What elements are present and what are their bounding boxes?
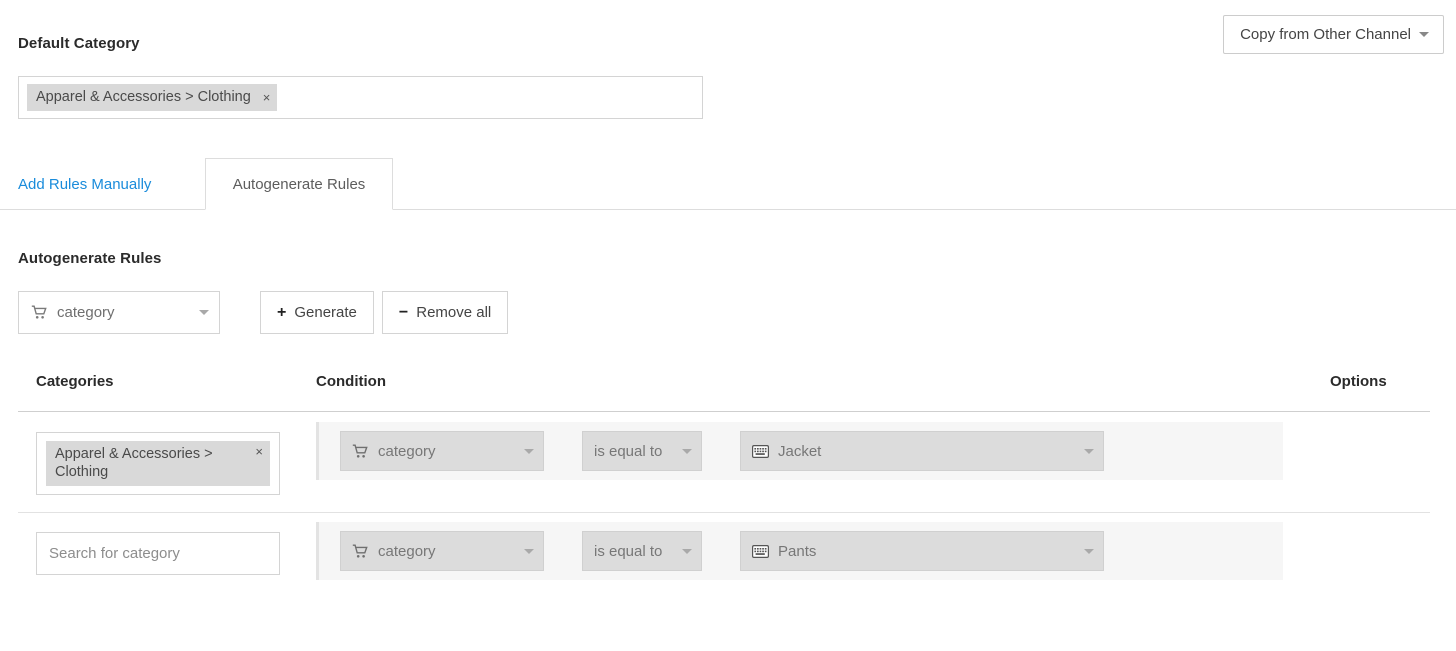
- condition-field-value: category: [378, 542, 436, 560]
- chevron-down-icon: [524, 448, 534, 454]
- condition-value-select[interactable]: Pants: [740, 531, 1104, 571]
- condition-field-value: category: [378, 442, 436, 460]
- category-token-label: Apparel & Accessories > Clothing: [55, 446, 213, 481]
- copy-from-other-channel-button[interactable]: Copy from Other Channel: [1223, 15, 1444, 54]
- chevron-down-icon: [682, 448, 692, 454]
- table-header: Categories Condition Options: [0, 367, 1456, 412]
- condition-value-select[interactable]: Jacket: [740, 431, 1104, 471]
- row-categories-cell: [36, 532, 280, 575]
- rules-tabs: Add Rules Manually Autogenerate Rules: [0, 158, 1456, 210]
- remove-token-icon[interactable]: ×: [255, 445, 263, 458]
- generate-button[interactable]: + Generate: [260, 291, 374, 334]
- cart-icon: [31, 305, 48, 320]
- remove-all-button[interactable]: − Remove all: [381, 291, 509, 334]
- condition-value-text: Pants: [778, 542, 817, 560]
- row-condition-cell: category is equal to: [316, 422, 1283, 480]
- autogenerate-rules-page: Default Category Copy from Other Channel…: [0, 0, 1456, 651]
- generate-button-label: Generate: [294, 304, 357, 321]
- tab-autogenerate-rules-label: Autogenerate Rules: [232, 175, 366, 193]
- category-token: Apparel & Accessories > Clothing ×: [46, 441, 270, 487]
- cart-icon: [352, 544, 369, 559]
- autogenerate-toolbar: category + Generate − Remove all: [18, 291, 509, 334]
- row-divider: [18, 512, 1430, 513]
- cart-icon: [352, 444, 369, 459]
- chevron-down-icon: [199, 310, 209, 315]
- remove-token-icon[interactable]: ×: [263, 91, 271, 104]
- category-token-label: Apparel & Accessories > Clothing: [36, 89, 251, 105]
- category-token: Apparel & Accessories > Clothing ×: [27, 84, 278, 112]
- autogenerate-attribute-select[interactable]: category: [18, 291, 220, 334]
- autogenerate-attribute-value: category: [57, 304, 115, 321]
- row-condition-cell: category is equal to: [316, 522, 1283, 580]
- condition-field-select[interactable]: category: [340, 431, 544, 471]
- condition-operator-select[interactable]: is equal to: [582, 531, 702, 571]
- default-category-field[interactable]: Apparel & Accessories > Clothing ×: [18, 76, 703, 119]
- row-categories-cell: Apparel & Accessories > Clothing ×: [36, 432, 280, 496]
- keyboard-icon: [752, 544, 769, 558]
- autogenerate-rules-heading: Autogenerate Rules: [18, 250, 162, 267]
- column-header-categories: Categories: [36, 373, 114, 390]
- chevron-down-icon: [1419, 32, 1429, 37]
- chevron-down-icon: [1084, 448, 1094, 454]
- default-category-title: Default Category: [18, 35, 140, 52]
- copy-from-other-channel-label: Copy from Other Channel: [1240, 26, 1411, 43]
- condition-operator-value: is equal to: [594, 442, 663, 460]
- chevron-down-icon: [524, 548, 534, 554]
- condition-operator-select[interactable]: is equal to: [582, 431, 702, 471]
- condition-operator-value: is equal to: [594, 542, 663, 560]
- rules-table: Categories Condition Options Apparel & A…: [0, 367, 1456, 612]
- row-category-field[interactable]: Apparel & Accessories > Clothing ×: [36, 432, 280, 496]
- column-header-condition: Condition: [316, 373, 386, 390]
- chevron-down-icon: [682, 548, 692, 554]
- remove-all-button-label: Remove all: [416, 304, 492, 321]
- keyboard-icon: [752, 444, 769, 458]
- tab-add-rules-manually[interactable]: Add Rules Manually: [18, 158, 151, 210]
- tab-autogenerate-rules[interactable]: Autogenerate Rules: [205, 158, 393, 210]
- tab-add-rules-manually-label: Add Rules Manually: [18, 175, 152, 193]
- table-row: Apparel & Accessories > Clothing × categ…: [0, 412, 1456, 512]
- condition-value-text: Jacket: [778, 442, 822, 460]
- chevron-down-icon: [1084, 548, 1094, 554]
- category-search-input[interactable]: [36, 532, 280, 575]
- table-row: category is equal to: [0, 512, 1456, 612]
- minus-icon: −: [398, 303, 409, 321]
- column-header-options: Options: [1330, 373, 1387, 390]
- plus-icon: +: [277, 303, 287, 321]
- condition-field-select[interactable]: category: [340, 531, 544, 571]
